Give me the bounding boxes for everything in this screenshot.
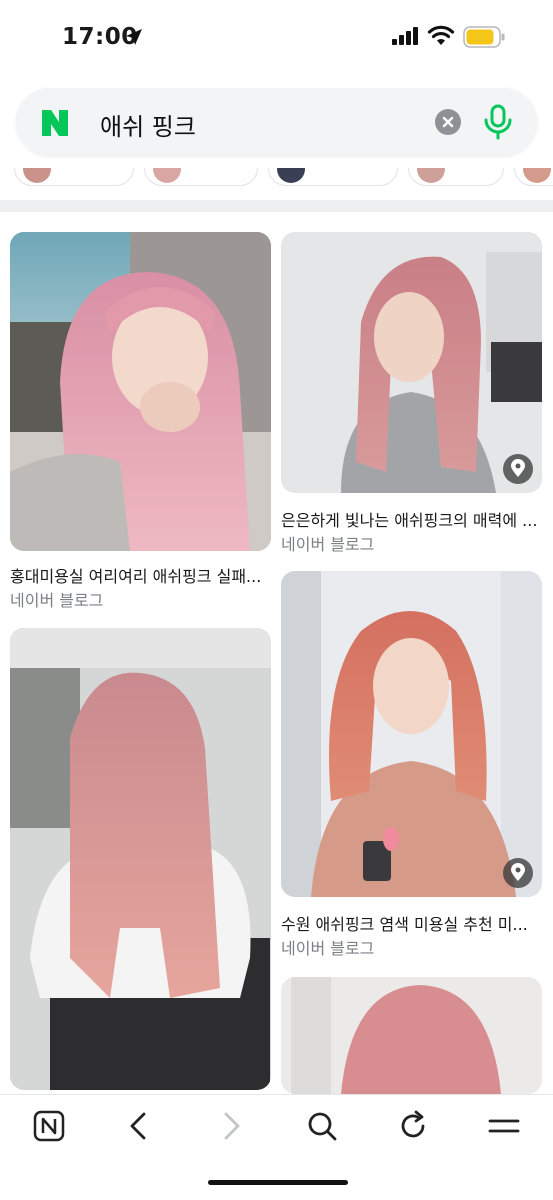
wifi-icon: [427, 25, 455, 45]
status-bar: 17:00: [0, 0, 553, 70]
naver-logo-icon: [42, 110, 68, 136]
image-result-card[interactable]: 홍대미용실 여리여리 애쉬핑크 실패... 네이버 블로그: [10, 232, 271, 612]
location-pin-icon[interactable]: [503, 454, 533, 484]
related-chips-row: [0, 168, 553, 188]
chip-thumbnail: [417, 168, 445, 183]
result-title[interactable]: 수원 애쉬핑크 염색 미용실 추천 미...: [281, 911, 542, 935]
related-chip[interactable]: [408, 168, 504, 186]
chip-thumbnail: [23, 168, 51, 183]
result-title[interactable]: 은은하게 빛나는 애쉬핑크의 매력에 ...: [281, 507, 542, 531]
clear-search-button[interactable]: [435, 109, 461, 135]
forward-icon[interactable]: [214, 1109, 248, 1143]
result-image[interactable]: [281, 571, 542, 897]
result-source: 네이버 블로그: [10, 591, 104, 610]
home-indicator: [208, 1180, 348, 1185]
result-image[interactable]: [281, 232, 542, 493]
cellular-signal-icon: [392, 27, 418, 45]
section-divider: [0, 200, 553, 212]
result-image[interactable]: [281, 977, 542, 1094]
chip-thumbnail: [153, 168, 181, 183]
related-chip[interactable]: [514, 168, 553, 186]
close-icon: [442, 116, 454, 128]
location-arrow-icon: [126, 29, 142, 45]
result-source: 네이버 블로그: [281, 939, 375, 958]
related-chip[interactable]: [14, 168, 134, 186]
refresh-icon[interactable]: [396, 1109, 430, 1143]
image-result-card[interactable]: 은은하게 빛나는 애쉬핑크의 매력에 ... 네이버 블로그: [281, 232, 542, 554]
search-bar[interactable]: 애쉬 핑크: [16, 88, 537, 156]
result-image[interactable]: [10, 628, 271, 1090]
image-result-card[interactable]: [281, 977, 542, 1094]
microphone-icon[interactable]: [482, 104, 514, 140]
battery-icon: [463, 26, 505, 48]
location-pin-icon[interactable]: [503, 858, 533, 888]
chip-thumbnail: [277, 168, 305, 183]
naver-home-icon[interactable]: [32, 1109, 66, 1143]
search-input[interactable]: 애쉬 핑크: [100, 107, 196, 142]
related-chip[interactable]: [144, 168, 258, 186]
result-image[interactable]: [10, 232, 271, 551]
search-icon[interactable]: [305, 1109, 339, 1143]
image-result-card[interactable]: [10, 628, 271, 1090]
chip-thumbnail: [523, 168, 551, 183]
back-icon[interactable]: [122, 1109, 156, 1143]
result-title[interactable]: 홍대미용실 여리여리 애쉬핑크 실패...: [10, 563, 271, 587]
result-source: 네이버 블로그: [281, 535, 375, 554]
menu-icon[interactable]: [487, 1109, 521, 1143]
image-result-card[interactable]: 수원 애쉬핑크 염색 미용실 추천 미... 네이버 블로그: [281, 571, 542, 961]
related-chip[interactable]: [268, 168, 398, 186]
